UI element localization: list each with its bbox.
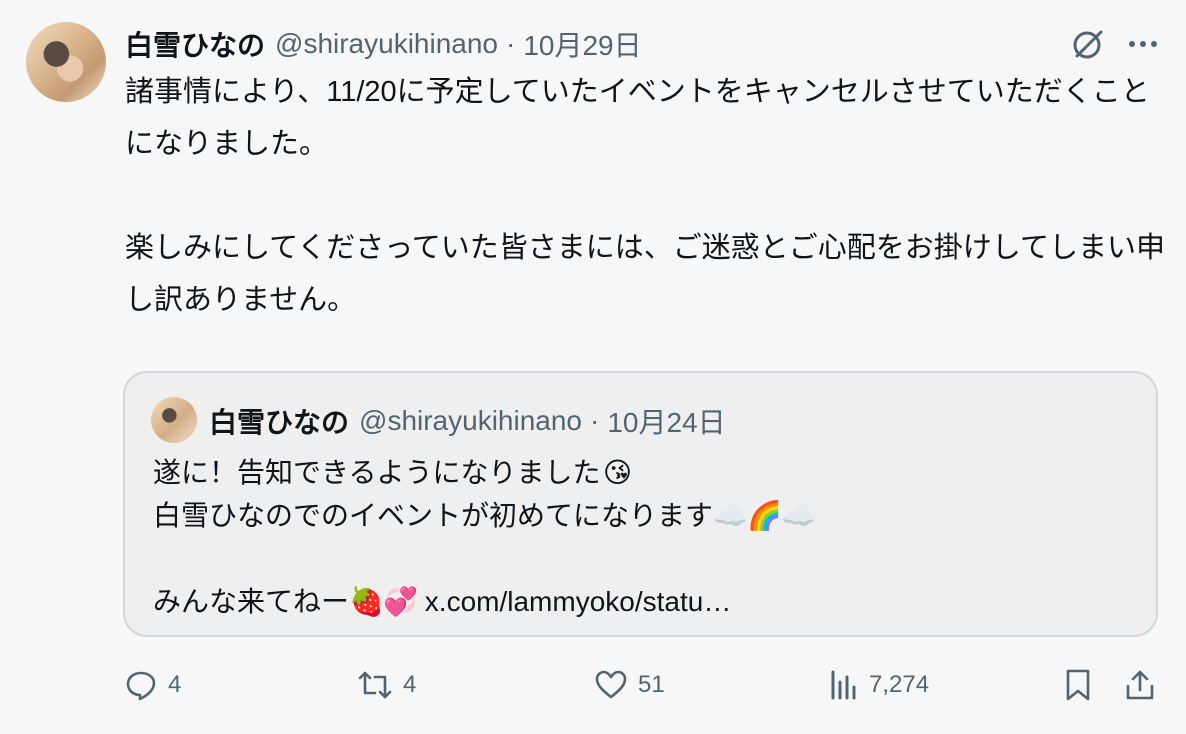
tweet-card[interactable]: 白雪ひなの @shirayukihinano · 10月29日 諸事情により、1… [0,0,1186,734]
views-count: 7,274 [869,671,930,698]
views-button[interactable]: 7,274 [829,660,929,710]
display-name[interactable]: 白雪ひなの [125,24,265,64]
separator: · [506,28,516,59]
cloud-emoji: ☁️ [781,500,816,531]
quoted-line-3: みんな来てねー [153,586,350,617]
tweet-header: 白雪ひなの @shirayukihinano · 10月29日 [125,24,642,64]
like-count: 51 [638,671,665,698]
hearts-emoji: 💞 [383,586,418,617]
bookmark-icon [1063,668,1093,702]
user-handle[interactable]: @shirayukihinano [275,28,498,60]
like-icon [594,668,628,702]
action-bar: 4 4 51 7,274 [0,660,1186,710]
share-button[interactable] [1124,660,1156,710]
quoted-handle[interactable]: @shirayukihinano [359,405,582,437]
quoted-text: 遂に！告知できるようになりました😘 白雪ひなのでのイベントが初めてになります☁️… [153,451,1133,623]
repost-count: 4 [403,671,417,698]
strawberry-emoji: 🍓 [349,586,384,617]
repost-button[interactable]: 4 [357,660,416,710]
share-icon [1124,668,1156,702]
rainbow-emoji: 🌈 [747,500,782,531]
like-button[interactable]: 51 [594,660,665,710]
repost-icon [357,668,393,702]
quoted-date[interactable]: 10月24日 [607,401,725,441]
avatar[interactable] [26,22,106,102]
quoted-line-2: 白雪ひなのでのイベントが初めてになります [153,500,714,531]
quoted-separator: · [590,405,600,436]
reply-icon [124,668,158,702]
reply-button[interactable]: 4 [124,660,181,710]
quoted-header: 白雪ひなの @shirayukihinano · 10月24日 [209,401,726,441]
cloud-emoji: ☁️ [713,500,748,531]
quoted-tweet[interactable]: 白雪ひなの @shirayukihinano · 10月24日 遂に！告知できる… [123,371,1158,637]
quoted-link[interactable]: x.com/lammyoko/statu… [425,586,732,617]
tweet-date[interactable]: 10月29日 [523,24,641,64]
kiss-emoji: 😘 [602,457,633,488]
header-icons [1070,26,1158,62]
quoted-line-1: 遂に！告知できるようになりました [153,457,601,488]
quoted-display-name[interactable]: 白雪ひなの [209,401,349,441]
reply-count: 4 [168,671,182,698]
grok-icon[interactable] [1070,26,1106,62]
more-icon[interactable] [1128,39,1158,49]
bookmark-button[interactable] [1063,660,1093,710]
views-icon [829,668,859,702]
quoted-avatar[interactable] [151,397,197,443]
